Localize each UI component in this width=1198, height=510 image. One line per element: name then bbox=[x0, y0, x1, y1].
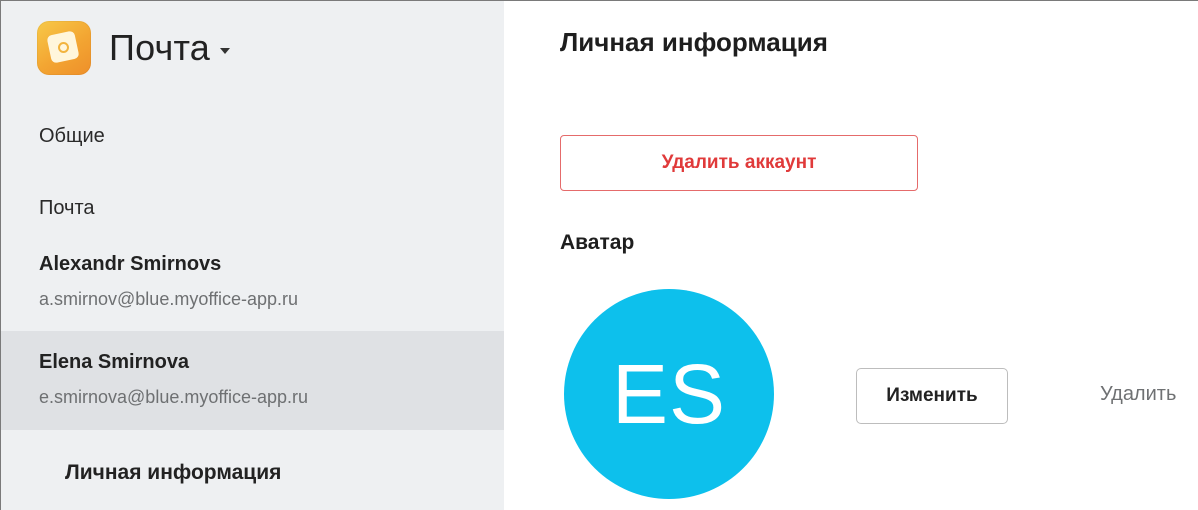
avatar: ES bbox=[564, 289, 774, 499]
account-email: a.smirnov@blue.myoffice-app.ru bbox=[39, 289, 299, 309]
sidebar: Почта Общие Почта Alexandr Smirnovs a.sm… bbox=[1, 1, 504, 510]
change-avatar-button[interactable]: Изменить bbox=[856, 368, 1008, 424]
sidebar-item-general[interactable]: Общие bbox=[39, 125, 105, 148]
account-name: Alexandr Smirnovs bbox=[39, 253, 222, 275]
app-window: Почта Общие Почта Alexandr Smirnovs a.sm… bbox=[0, 0, 1198, 510]
settings-panel: Личная информация Удалить аккаунт Аватар… bbox=[504, 1, 1198, 510]
avatar-initials: ES bbox=[611, 346, 727, 441]
account-item-elena[interactable]: Elena Smirnova e.smirnova@blue.myoffice-… bbox=[1, 331, 504, 430]
account-email: e.smirnova@blue.myoffice-app.ru bbox=[39, 387, 309, 407]
logo-ring-shape bbox=[58, 42, 69, 53]
chevron-down-icon bbox=[219, 48, 230, 54]
sidebar-subitem-personal-info[interactable]: Личная информация bbox=[65, 461, 281, 485]
app-title: Почта bbox=[109, 27, 210, 68]
account-item-alexandr[interactable]: Alexandr Smirnovs a.smirnov@blue.myoffic… bbox=[1, 249, 504, 331]
avatar-section-label: Аватар bbox=[560, 231, 635, 254]
sidebar-item-mail[interactable]: Почта bbox=[39, 197, 95, 220]
mail-app-icon bbox=[37, 21, 91, 75]
delete-account-button[interactable]: Удалить аккаунт bbox=[560, 135, 918, 191]
page-title: Личная информация bbox=[560, 27, 828, 57]
delete-avatar-link[interactable]: Удалить bbox=[1100, 383, 1176, 406]
app-switcher[interactable]: Почта bbox=[37, 21, 230, 75]
account-name: Elena Smirnova bbox=[39, 351, 190, 373]
